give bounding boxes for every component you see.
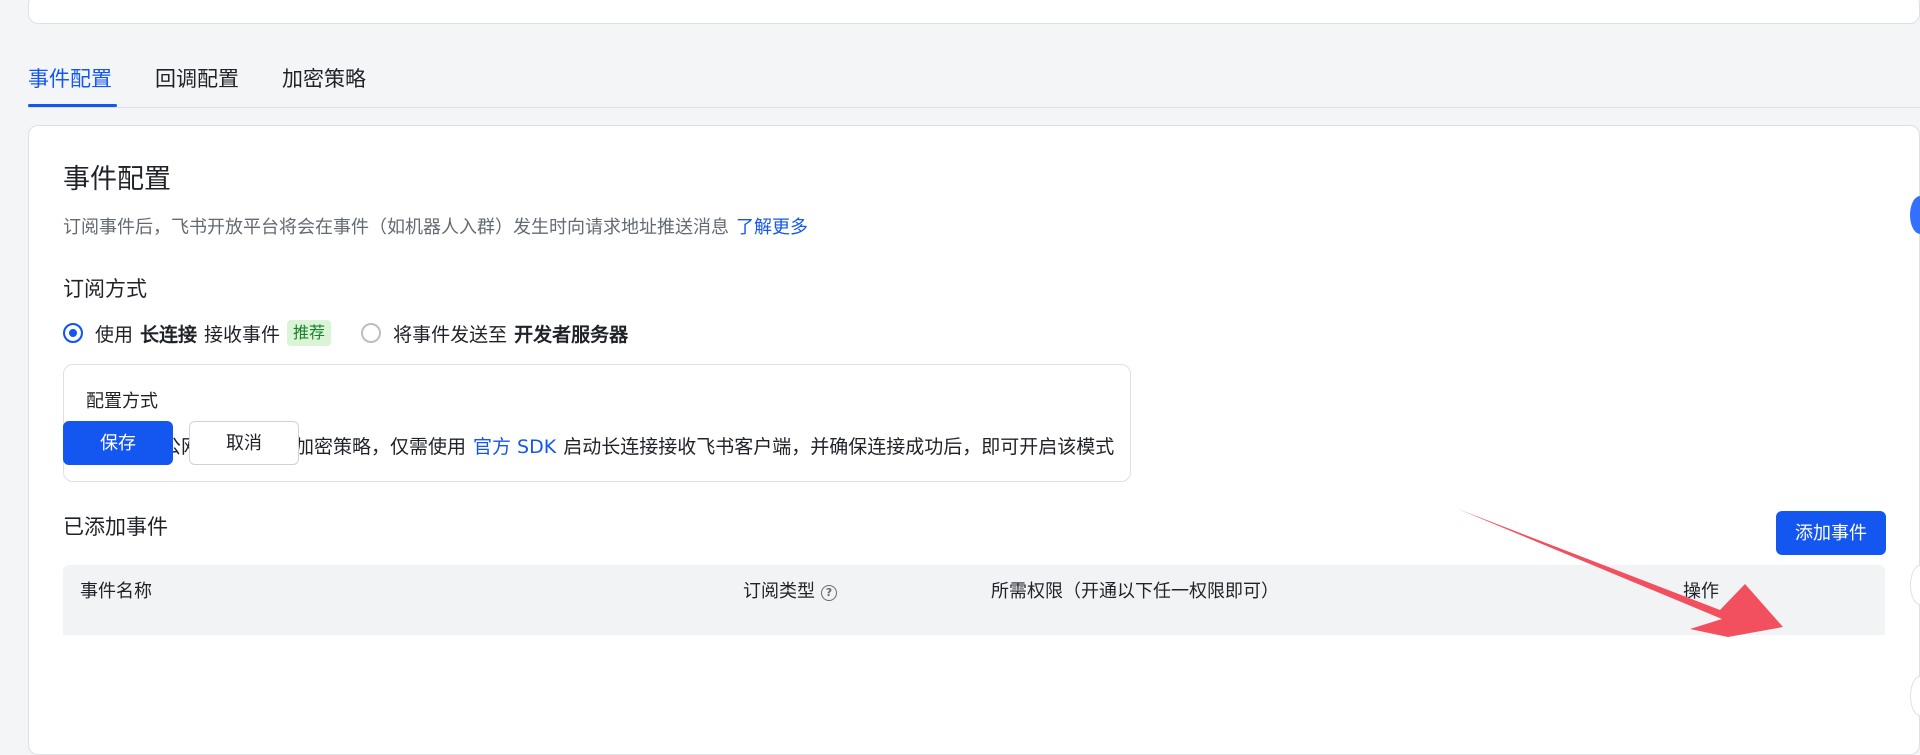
radio-option-long-connection[interactable]: 使用 长连接 接收事件 推荐 — [63, 320, 332, 347]
events-table-header: 事件名称 订阅类型? 所需权限（开通以下任一权限即可） 操作 — [63, 565, 1885, 635]
save-button[interactable]: 保存 — [63, 421, 173, 465]
tab-callback-config[interactable]: 回调配置 — [155, 64, 239, 94]
active-tab-indicator — [28, 104, 117, 107]
radio-unchecked-icon[interactable] — [361, 323, 382, 343]
developer-server-prefix: 将事件发送至 — [393, 323, 508, 346]
long-connection-bold: 长连接 — [140, 323, 198, 346]
subscription-method-radio-group: 使用 长连接 接收事件 推荐 将事件发送至 开发者服务器 — [63, 318, 628, 348]
developer-server-bold: 开发者服务器 — [514, 323, 629, 346]
column-header-actions: 操作 — [1683, 581, 1719, 602]
column-header-event-name: 事件名称 — [80, 581, 152, 602]
subscription-method-label: 订阅方式 — [63, 277, 147, 301]
recommended-tag: 推荐 — [287, 320, 332, 346]
description-text: 订阅事件后，飞书开放平台将会在事件（如机器人入群）发生时向请求地址推送消息 — [63, 217, 729, 238]
tab-encryption-strategy[interactable]: 加密策略 — [282, 64, 366, 94]
added-events-title: 已添加事件 — [63, 515, 168, 539]
long-connection-prefix: 使用 — [95, 323, 134, 346]
question-circle-icon[interactable]: ? — [821, 585, 837, 601]
config-method-title: 配置方式 — [86, 391, 158, 412]
long-connection-suffix: 接收事件 — [204, 323, 281, 346]
tab-bar: 事件配置 回调配置 加密策略 — [28, 52, 1920, 108]
radio-option-developer-server[interactable]: 将事件发送至 开发者服务器 — [361, 320, 628, 347]
radio-checked-icon[interactable] — [63, 323, 83, 343]
event-config-card: 事件配置 订阅事件后，飞书开放平台将会在事件（如机器人入群）发生时向请求地址推送… — [28, 125, 1920, 755]
section-title: 事件配置 — [63, 164, 171, 195]
cancel-button[interactable]: 取消 — [189, 421, 299, 465]
column-header-subscription-type-label: 订阅类型 — [743, 581, 815, 602]
official-sdk-link[interactable]: 官方 SDK — [473, 436, 556, 458]
column-header-required-permissions: 所需权限（开通以下任一权限即可） — [991, 581, 1279, 602]
config-desc-after: 启动长连接接收飞书客户端，并确保连接成功后，即可开启该模式 — [563, 436, 1115, 458]
section-description: 订阅事件后，飞书开放平台将会在事件（如机器人入群）发生时向请求地址推送消息 了解更… — [63, 214, 808, 242]
top-card — [28, 0, 1920, 24]
tab-event-config[interactable]: 事件配置 — [28, 64, 112, 94]
column-header-subscription-type: 订阅类型? — [743, 579, 837, 605]
learn-more-link[interactable]: 了解更多 — [736, 217, 808, 238]
add-event-button[interactable]: 添加事件 — [1776, 511, 1886, 555]
